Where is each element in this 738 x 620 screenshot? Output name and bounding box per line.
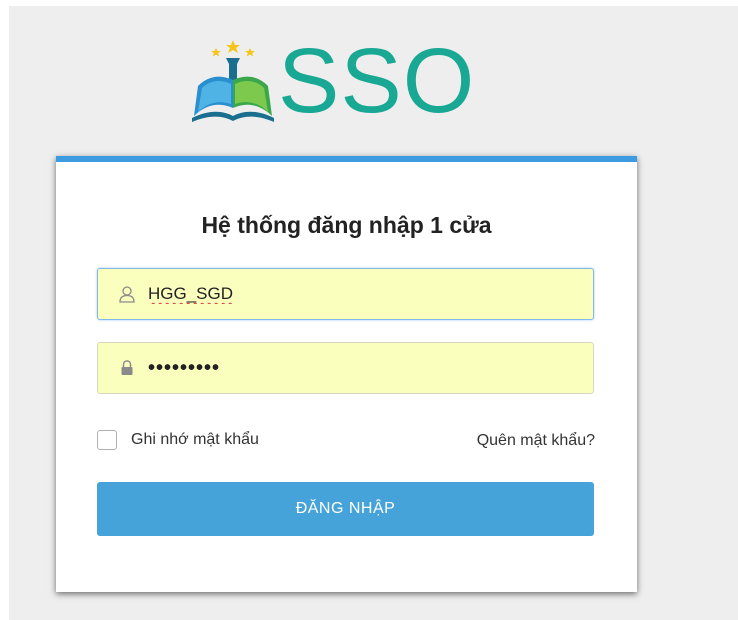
login-title: Hệ thống đăng nhập 1 cửa: [201, 212, 492, 238]
sso-logo: SSO: [188, 30, 518, 132]
remember-me[interactable]: Ghi nhớ mật khẩu: [97, 430, 259, 450]
password-field[interactable]: [97, 342, 594, 394]
remember-checkbox[interactable]: [97, 430, 117, 450]
forgot-password-link[interactable]: Quên mật khẩu?: [477, 432, 595, 450]
remember-label: Ghi nhớ mật khẩu: [131, 431, 259, 448]
login-card: Hệ thống đăng nhập 1 cửa Ghi nhớ mật khẩ…: [56, 156, 637, 592]
logo-text: SSO: [278, 30, 476, 132]
lock-icon: [121, 360, 133, 375]
user-icon: [119, 286, 135, 303]
login-button[interactable]: ĐĂNG NHẬP: [97, 482, 594, 536]
username-field[interactable]: [97, 268, 594, 320]
password-input[interactable]: [148, 356, 568, 380]
book-with-stars-icon: [192, 40, 274, 122]
username-input[interactable]: [148, 284, 568, 304]
